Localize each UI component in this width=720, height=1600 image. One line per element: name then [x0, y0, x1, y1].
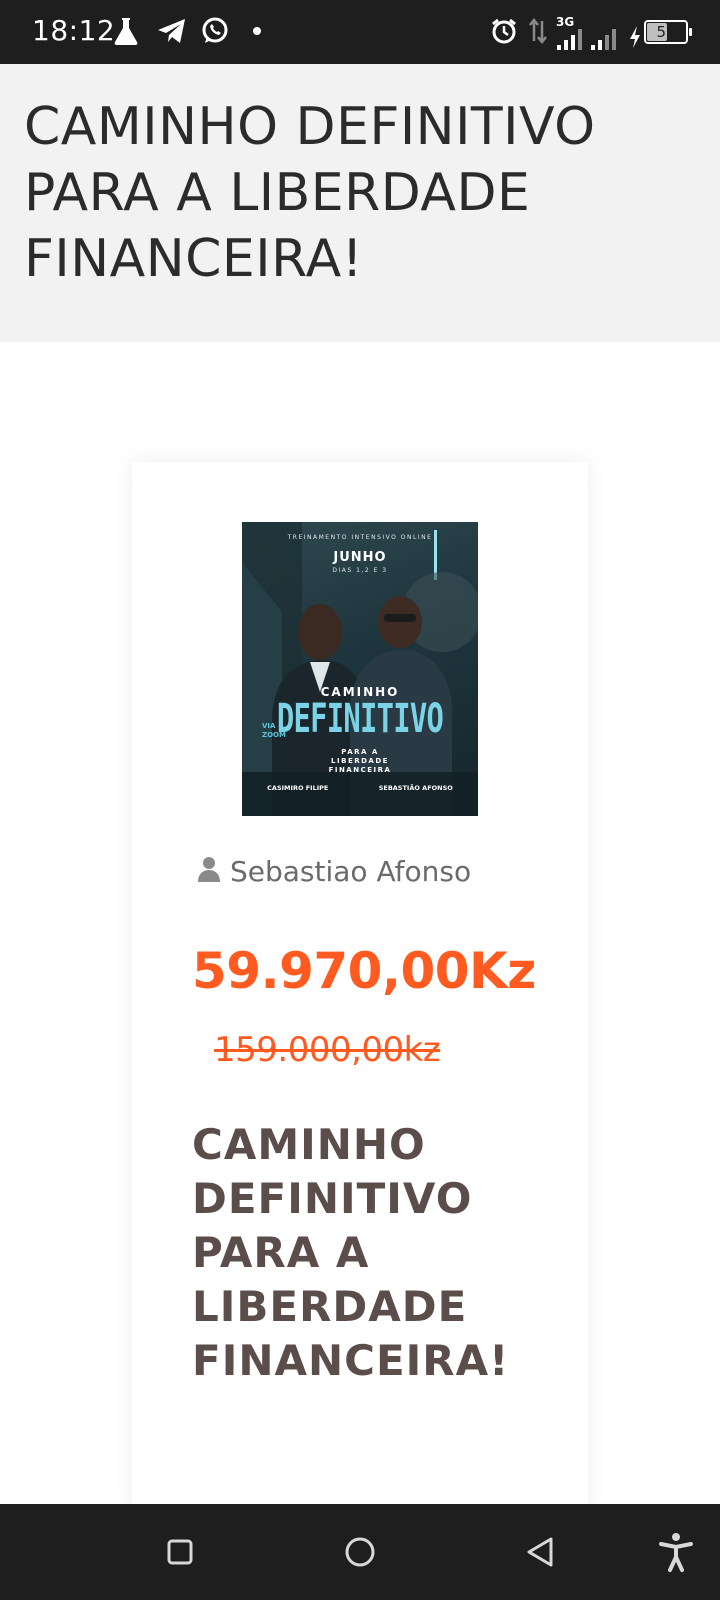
accessibility-icon	[659, 1533, 693, 1572]
poster-days: DIAS 1,2 E 3	[332, 567, 388, 574]
alarm-icon	[490, 14, 518, 48]
back-button[interactable]	[514, 1526, 566, 1578]
flask-icon	[112, 14, 140, 48]
home-icon	[345, 1537, 375, 1567]
page-title: CAMINHO DEFINITIVO PARA A LIBERDADE FINA…	[24, 97, 596, 289]
recent-apps-button[interactable]	[154, 1526, 206, 1578]
home-button[interactable]	[334, 1526, 386, 1578]
user-icon	[198, 856, 220, 887]
telegram-icon	[156, 14, 188, 48]
dot-icon	[252, 14, 262, 48]
poster-name-left: CASIMIRO FILIPE	[267, 784, 329, 792]
product-old-price: 159.000,00kz	[214, 1030, 441, 1070]
poster-via-label: VIA ZOOM	[262, 722, 286, 739]
back-icon	[527, 1537, 553, 1567]
charging-icon	[628, 20, 642, 54]
poster-top-text: TREINAMENTO INTENSIVO ONLINE	[287, 534, 433, 541]
product-image[interactable]: TREINAMENTO INTENSIVO ONLINE JUNHO DIAS …	[242, 522, 478, 816]
battery-level: 51	[656, 23, 676, 41]
data-transfer-icon	[528, 14, 548, 48]
signal-icon	[556, 22, 586, 56]
navigation-bar	[0, 1504, 720, 1600]
signal-icon	[590, 22, 620, 56]
status-bar: 18:12 3G 51	[0, 0, 720, 64]
page-header: CAMINHO DEFINITIVO PARA A LIBERDADE FINA…	[0, 64, 720, 342]
poster-subtitle: PARA A LIBERDADE FINANCEIRA	[328, 748, 392, 774]
poster-via-zoom: VIA ZOOM	[262, 722, 288, 740]
recent-apps-icon	[167, 1539, 193, 1565]
poster-month: JUNHO	[333, 550, 387, 565]
poster-names: CASIMIRO FILIPE SEBASTIÃO AFONSO	[242, 784, 478, 792]
whatsapp-icon	[200, 14, 230, 48]
author-name[interactable]: Sebastiao Afonso	[230, 855, 471, 888]
poster-name-right: SEBASTIÃO AFONSO	[378, 784, 453, 792]
product-price: 59.970,00Kz	[192, 942, 536, 1000]
accessibility-button[interactable]	[650, 1526, 702, 1578]
author[interactable]: Sebastiao Afonso	[198, 854, 471, 888]
product-card[interactable]: TREINAMENTO INTENSIVO ONLINE JUNHO DIAS …	[132, 462, 588, 1508]
battery-icon: 51	[644, 20, 692, 44]
poster-word-definitivo: DEFINITIVO	[276, 696, 444, 742]
status-time: 18:12	[32, 14, 116, 47]
product-title[interactable]: CAMINHO DEFINITIVO PARA A LIBERDADE FINA…	[192, 1118, 532, 1388]
